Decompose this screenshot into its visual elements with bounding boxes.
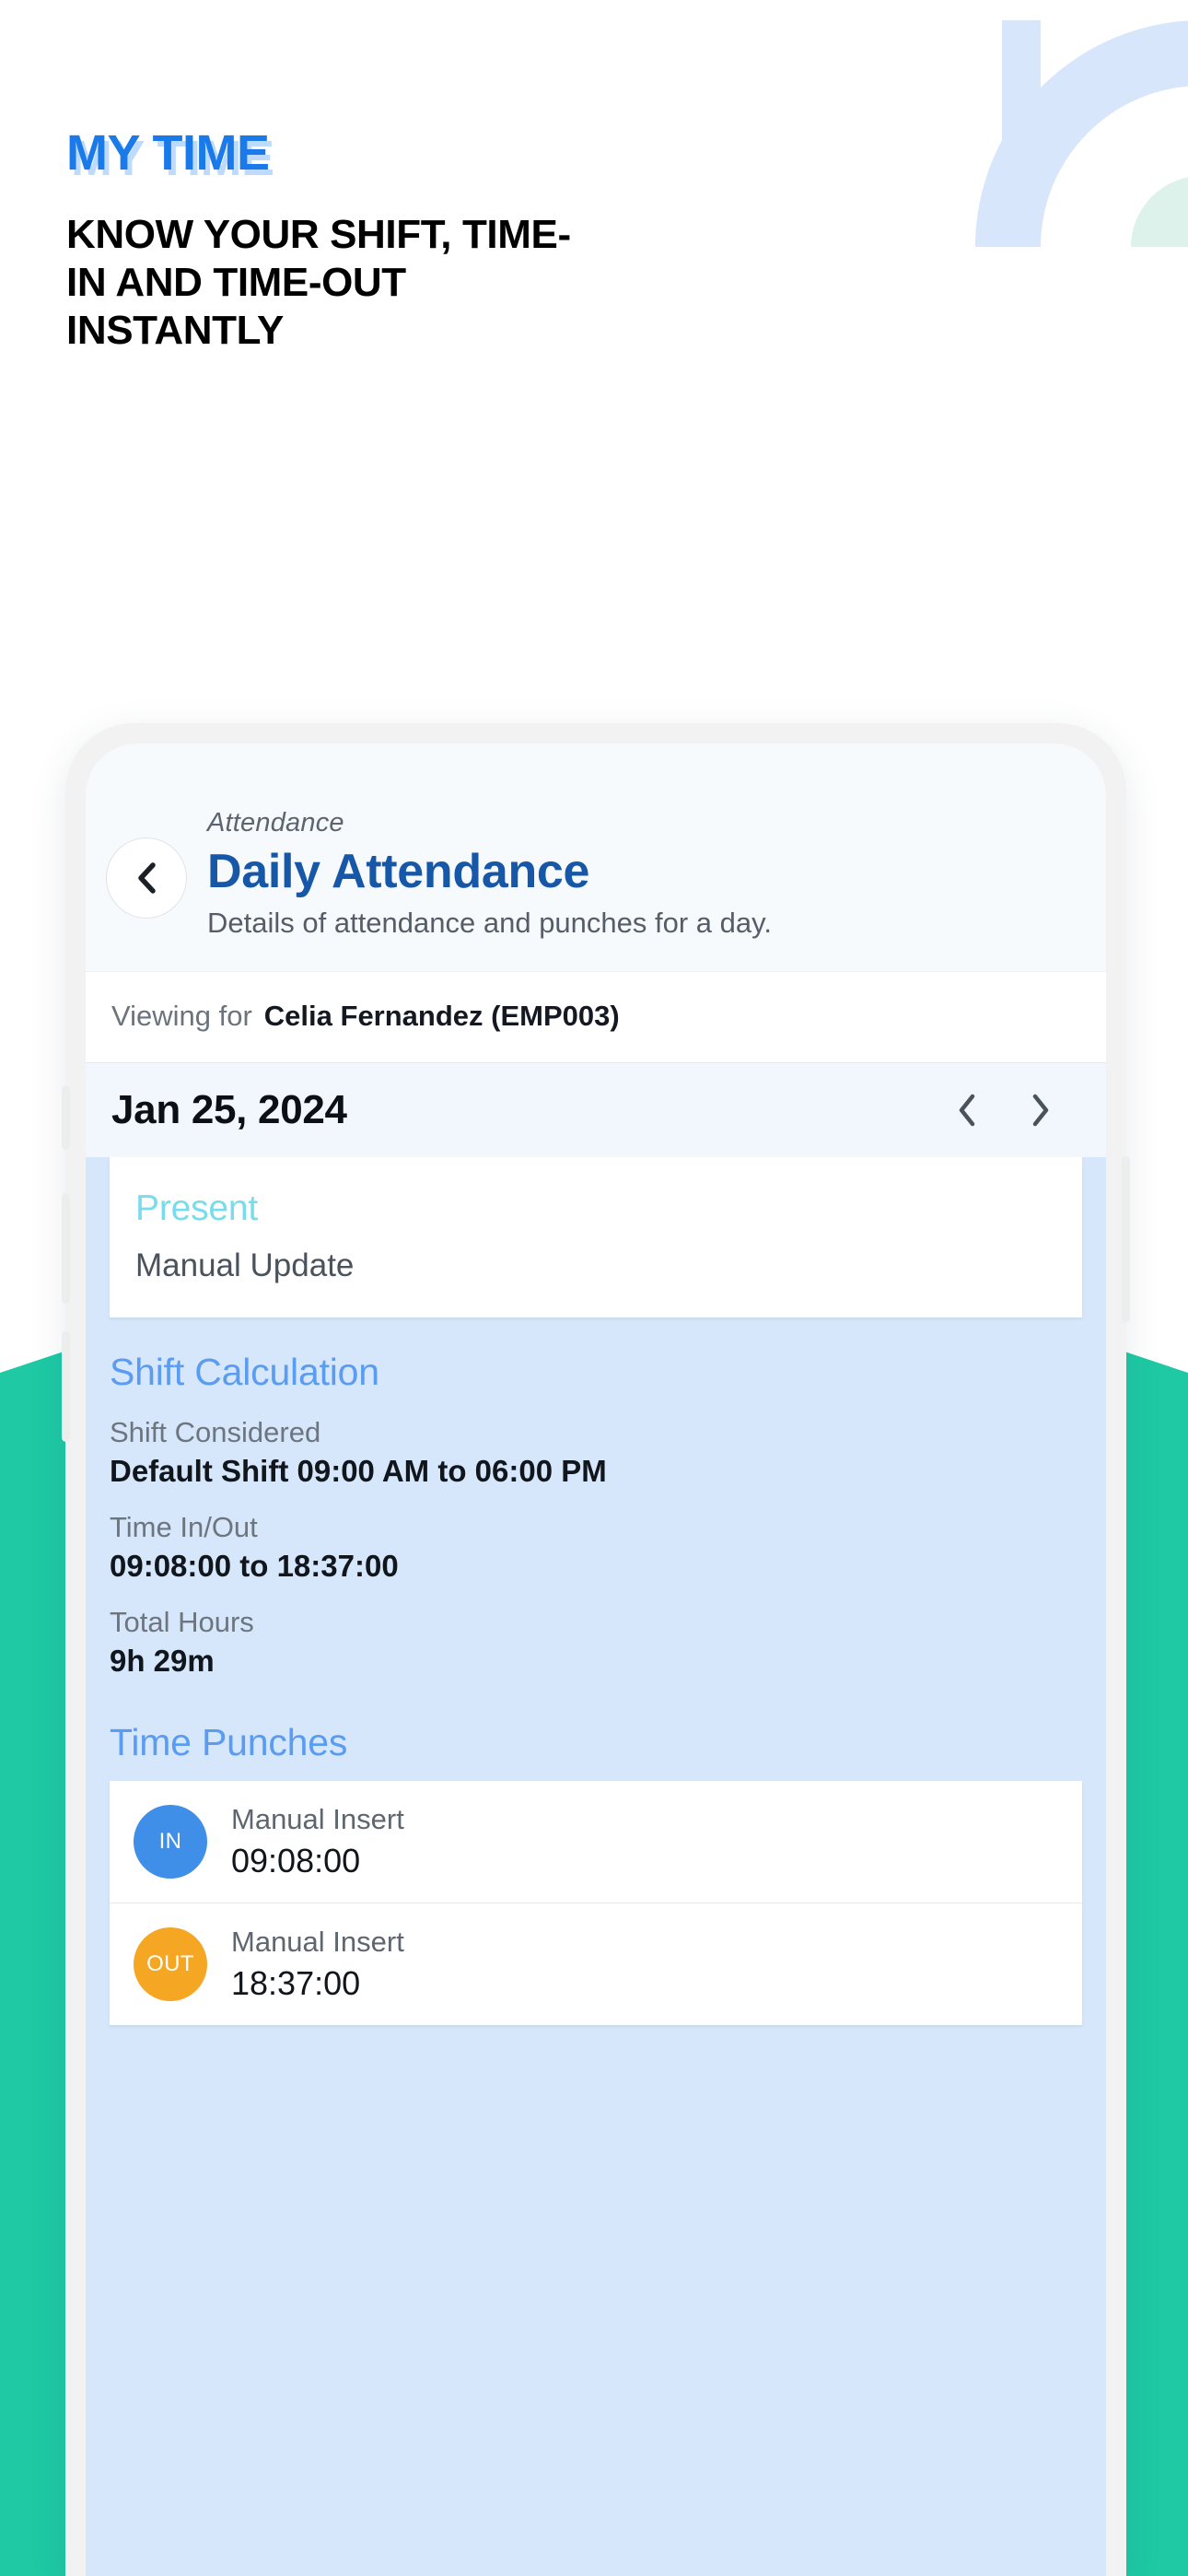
chevron-right-icon — [1032, 1094, 1049, 1127]
selected-date: Jan 25, 2024 — [111, 1087, 347, 1132]
total-hours-label: Total Hours — [110, 1606, 254, 1638]
shift-considered-label: Shift Considered — [110, 1416, 321, 1448]
punch-detail-group: Manual Insert 09:08:00 — [231, 1803, 404, 1880]
shift-calculation-title: Shift Calculation — [110, 1351, 379, 1393]
punch-detail-group: Manual Insert 18:37:00 — [231, 1926, 404, 2003]
table-row[interactable]: IN Manual Insert 09:08:00 — [110, 1781, 1082, 1903]
punch-time: 18:37:00 — [231, 1964, 361, 2002]
time-in-out-label: Time In/Out — [110, 1511, 258, 1543]
chevron-left-icon — [959, 1094, 975, 1127]
status-note: Manual Update — [135, 1247, 355, 1283]
table-row[interactable]: OUT Manual Insert 18:37:00 — [110, 1903, 1082, 2025]
viewing-for-label: Viewing for — [111, 1000, 252, 1032]
time-punches-title: Time Punches — [110, 1721, 348, 1763]
phone-power-button — [1122, 1156, 1130, 1322]
date-nav-buttons — [946, 1089, 1078, 1131]
app-header: Attendance Daily Attendance Details of a… — [86, 744, 1106, 971]
promo-screenshot-page: MY TIME KNOW YOUR SHIFT, TIME-IN AND TIM… — [0, 0, 1188, 2576]
punch-in-badge: IN — [134, 1805, 207, 1879]
promo-copy: MY TIME KNOW YOUR SHIFT, TIME-IN AND TIM… — [66, 127, 711, 354]
page-description: Details of attendance and punches for a … — [207, 907, 772, 939]
promo-subtitle: KNOW YOUR SHIFT, TIME-IN AND TIME-OUT IN… — [66, 211, 571, 353]
phone-screen: Attendance Daily Attendance Details of a… — [86, 744, 1106, 2576]
previous-day-button[interactable] — [946, 1089, 988, 1131]
promo-title: MY TIME — [66, 125, 270, 181]
phone-volume-up-button — [62, 1193, 70, 1304]
breadcrumb: Attendance — [207, 808, 344, 837]
header-text-group: Attendance Daily Attendance Details of a… — [207, 808, 772, 940]
total-hours-value: 9h 29m — [110, 1644, 215, 1678]
attendance-status-card: Present Manual Update — [110, 1157, 1082, 1317]
punch-source: Manual Insert — [231, 1926, 404, 1958]
punch-source: Manual Insert — [231, 1803, 404, 1835]
viewing-for-row[interactable]: Viewing for Celia Fernandez (EMP003) — [86, 971, 1106, 1063]
chevron-left-icon — [138, 862, 156, 894]
back-button[interactable] — [106, 837, 187, 919]
r-logo-icon — [975, 20, 1188, 247]
next-day-button[interactable] — [1019, 1089, 1062, 1131]
shift-considered-row: Shift Considered Default Shift 09:00 AM … — [110, 1416, 1082, 1489]
punch-time: 09:08:00 — [231, 1842, 361, 1879]
status-badge: Present — [135, 1188, 259, 1228]
total-hours-row: Total Hours 9h 29m — [110, 1606, 1082, 1679]
phone-volume-down-button — [62, 1331, 70, 1442]
viewing-for-employee: Celia Fernandez (EMP003) — [263, 1000, 620, 1032]
brand-logo-mark — [953, 0, 1188, 247]
time-in-out-row: Time In/Out 09:08:00 to 18:37:00 — [110, 1511, 1082, 1584]
time-punch-list: IN Manual Insert 09:08:00 OUT Manual Ins… — [110, 1781, 1082, 2025]
punch-out-badge: OUT — [134, 1927, 207, 2001]
time-in-out-value: 09:08:00 to 18:37:00 — [110, 1549, 399, 1583]
date-navigation-row: Jan 25, 2024 — [86, 1063, 1106, 1157]
shift-considered-value: Default Shift 09:00 AM to 06:00 PM — [110, 1454, 607, 1488]
page-title: Daily Attendance — [207, 845, 590, 898]
phone-mockup: Attendance Daily Attendance Details of a… — [62, 723, 1130, 2576]
shift-calculation-section: Shift Calculation Shift Considered Defau… — [86, 1317, 1106, 1764]
phone-mute-switch — [62, 1085, 70, 1150]
